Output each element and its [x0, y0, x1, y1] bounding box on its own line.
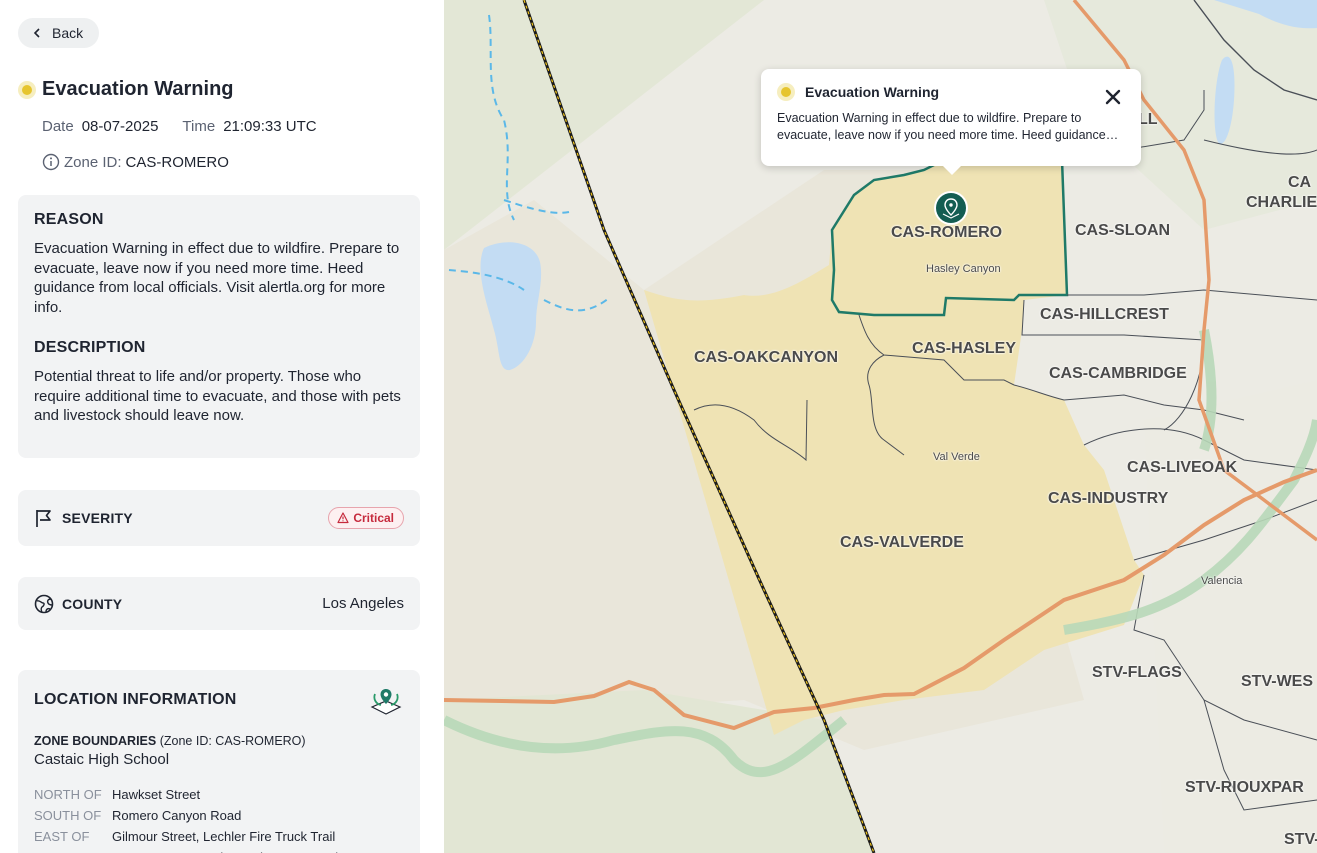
alert-meta: Date 08-07-2025 Time 21:09:33 UTC	[42, 118, 333, 135]
zone-label-flags[interactable]: STV-FLAGS	[1092, 664, 1182, 682]
alert-title-row: Evacuation Warning	[18, 78, 234, 101]
direction-row: NORTH OF Hawkset Street	[34, 784, 404, 805]
direction-key: EAST OF	[34, 829, 90, 844]
map-pin-wreath-icon	[370, 689, 402, 715]
severity-heading: SEVERITY	[62, 510, 133, 526]
zone-id-value: CAS-ROMERO	[125, 153, 229, 171]
direction-value: Hawkset Street	[112, 787, 201, 802]
zone-label-stv-p[interactable]: STV-P	[1284, 831, 1317, 849]
place-label-hasley-canyon: Hasley Canyon	[926, 263, 1001, 275]
zone-label-cambridge[interactable]: CAS-CAMBRIDGE	[1049, 365, 1187, 383]
description-text: Potential threat to life and/or property…	[34, 368, 401, 424]
direction-key: NORTH OF	[34, 787, 102, 802]
map-popup: Evacuation Warning Evacuation Warning in…	[761, 69, 1141, 175]
zone-pin-icon[interactable]	[934, 191, 968, 225]
reason-heading: REASON	[34, 211, 104, 228]
reason-card: REASON Evacuation Warning in effect due …	[18, 195, 420, 458]
zone-label-hasley[interactable]: CAS-HASLEY	[912, 340, 1016, 358]
date-value: 08-07-2025	[81, 118, 159, 135]
county-value: Los Angeles	[322, 595, 404, 612]
location-heading: LOCATION INFORMATION	[34, 691, 237, 708]
zone-id-label: Zone ID:	[64, 153, 122, 171]
warning-triangle-icon	[337, 512, 349, 524]
direction-key: SOUTH OF	[34, 808, 102, 823]
zone-boundaries: ZONE BOUNDARIES (Zone ID: CAS-ROMERO)	[34, 734, 404, 748]
direction-value: Romero Canyon Road	[112, 808, 242, 823]
zone-id-row: Zone ID: CAS-ROMERO	[42, 153, 229, 171]
popup-title: Evacuation Warning	[805, 84, 940, 100]
direction-row: EAST OF Gilmour Street, Lechler Fire Truc…	[34, 826, 404, 847]
severity-value: Critical	[353, 511, 394, 525]
zone-label-industry[interactable]: CAS-INDUSTRY	[1048, 490, 1168, 508]
zone-label-charlie[interactable]: CHARLIE	[1246, 194, 1317, 212]
zone-boundaries-id: (Zone ID: CAS-ROMERO)	[159, 734, 306, 748]
close-icon[interactable]	[1103, 87, 1123, 107]
direction-row: WEST OFHarp Canyon Road, Meadow Grass Dr…	[34, 847, 404, 853]
globe-icon	[34, 594, 54, 613]
info-icon	[42, 153, 60, 171]
zone-label-ca[interactable]: CA	[1288, 174, 1311, 192]
chevron-left-icon	[33, 28, 40, 38]
zone-label-oakcanyon[interactable]: CAS-OAKCANYON	[694, 349, 838, 367]
flag-icon	[36, 510, 51, 527]
zone-label-riouxpar[interactable]: STV-RIOUXPAR	[1185, 779, 1304, 797]
page-title: Evacuation Warning	[42, 78, 234, 100]
date-label: Date	[42, 118, 74, 135]
place-label-valencia: Valencia	[1201, 575, 1243, 587]
reason-text: Evacuation Warning in effect due to wild…	[34, 240, 400, 316]
location-card: LOCATION INFORMATION ZONE BOUNDARIES (Zo…	[18, 670, 420, 853]
back-button[interactable]: Back	[18, 18, 100, 48]
county-heading: COUNTY	[62, 595, 123, 612]
severity-badge: Critical	[328, 507, 404, 529]
time-label: Time	[182, 118, 216, 135]
place-label-val-verde: Val Verde	[933, 451, 980, 463]
back-label: Back	[52, 25, 84, 41]
zone-boundaries-label: ZONE BOUNDARIES	[34, 734, 157, 748]
time-value: 21:09:33 UTC	[223, 118, 317, 135]
status-dot-icon	[18, 80, 36, 99]
landmark: Castaic High School	[34, 751, 170, 768]
zone-label-liveoak[interactable]: CAS-LIVEOAK	[1127, 459, 1237, 477]
direction-row: SOUTH OF Romero Canyon Road	[34, 805, 404, 826]
severity-card: SEVERITY Critical	[18, 490, 420, 546]
county-card: COUNTY Los Angeles	[18, 577, 420, 630]
zone-label-wes[interactable]: STV-WES	[1241, 673, 1313, 691]
zone-label-romero[interactable]: CAS-ROMERO	[891, 224, 1002, 242]
zone-label-sloan[interactable]: CAS-SLOAN	[1075, 222, 1170, 240]
zone-label-hillcrest[interactable]: CAS-HILLCREST	[1040, 306, 1169, 324]
description-heading: DESCRIPTION	[34, 339, 146, 356]
status-dot-icon	[777, 83, 795, 101]
direction-list: NORTH OF Hawkset Street SOUTH OF Romero Can…	[34, 784, 404, 853]
zone-label-valverde[interactable]: CAS-VALVERDE	[840, 534, 964, 552]
alert-detail-panel: Back Evacuation Warning Date 08-07-2025 …	[0, 0, 444, 853]
popup-text: Evacuation Warning in effect due to wild…	[777, 111, 1106, 142]
map-view[interactable]: CAS-ROMERO CAS-SLOAN CAS-HILLCREST CAS-O…	[444, 0, 1317, 853]
direction-value: Gilmour Street, Lechler Fire Truck Trail	[112, 829, 336, 844]
